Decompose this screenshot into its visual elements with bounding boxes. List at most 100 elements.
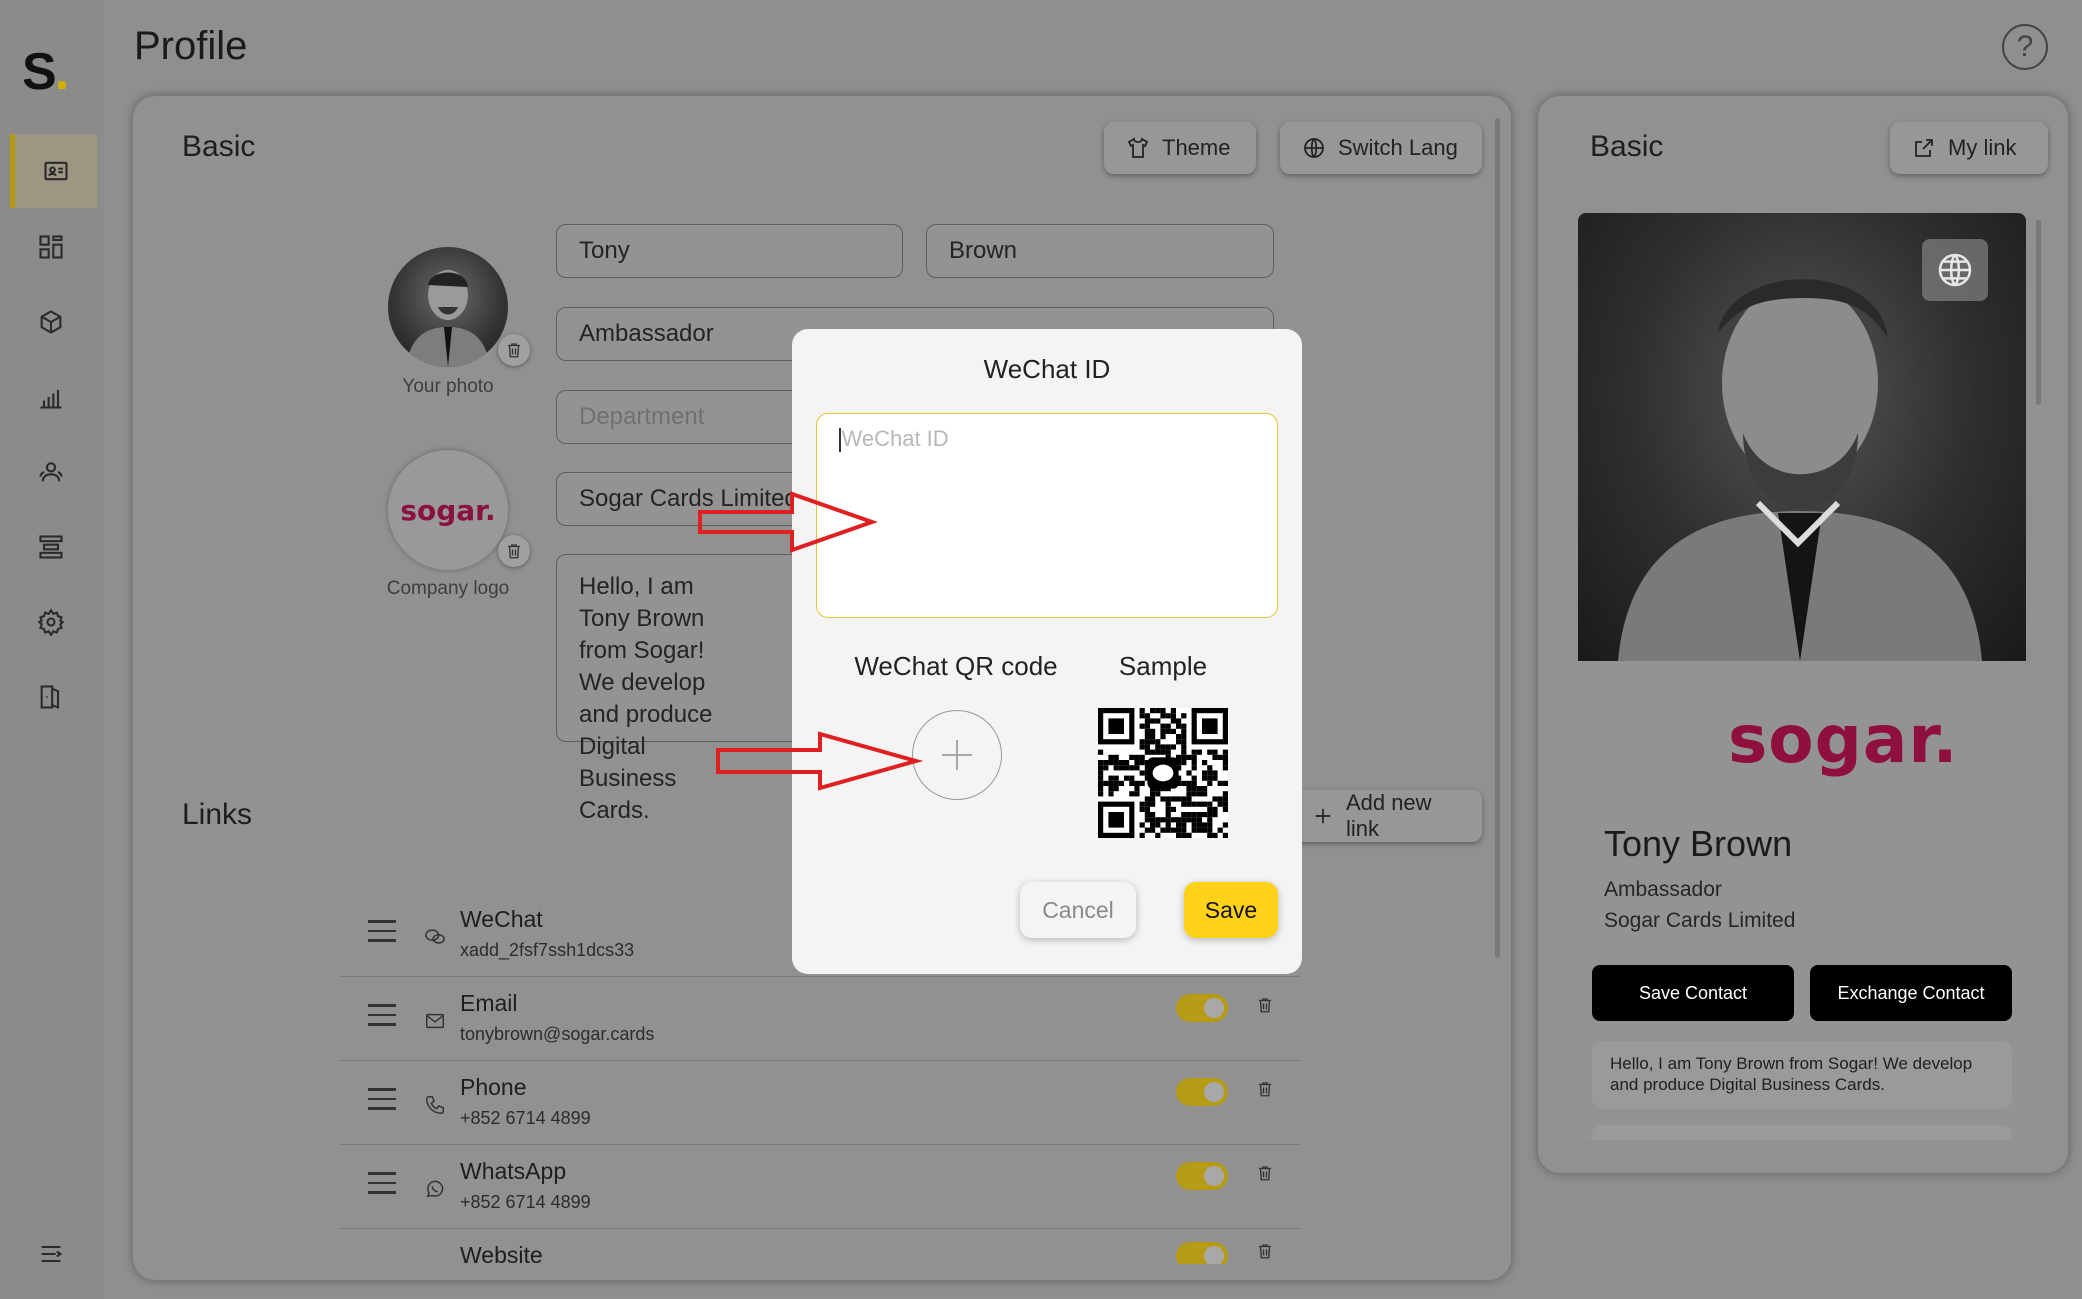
wechat-id-placeholder: WeChat ID	[841, 426, 949, 451]
link-title: Phone	[460, 1074, 527, 1100]
plus-icon	[942, 740, 972, 770]
links-section-title: Links	[182, 798, 253, 831]
link-value: tonybrown@sogar.cards	[460, 1024, 655, 1044]
plus-icon	[1315, 808, 1331, 824]
link-title: Website	[460, 1242, 543, 1264]
drag-handle-icon[interactable]	[368, 920, 396, 949]
delete-logo-button[interactable]	[498, 535, 530, 567]
app-logo[interactable]: S.	[22, 42, 69, 102]
basic-section-title: Basic	[182, 130, 256, 163]
save-button[interactable]: Save	[1184, 882, 1278, 938]
annotation-arrow-icon	[698, 491, 879, 553]
card-company-logo: sogar.	[1728, 701, 1959, 778]
profile-card-icon	[44, 161, 68, 181]
preview-scrollbar[interactable]	[2036, 220, 2041, 405]
theme-label: Theme	[1162, 135, 1231, 160]
help-icon[interactable]: ?	[2002, 24, 2048, 70]
link-value: +852 6714 4899	[460, 1108, 591, 1128]
link-row-whatsapp[interactable]: WhatsApp +852 6714 4899	[340, 1144, 1300, 1229]
delete-link-button[interactable]	[1256, 996, 1274, 1019]
link-row-email[interactable]: Email tonybrown@sogar.cards	[340, 976, 1300, 1061]
theme-button[interactable]: Theme	[1104, 122, 1256, 174]
delete-link-button[interactable]	[1256, 1080, 1274, 1103]
last-name-input[interactable]: Brown	[926, 224, 1274, 278]
qr-code-icon	[1098, 708, 1228, 838]
link-enabled-toggle[interactable]	[1176, 1162, 1228, 1190]
link-value: +852 6714 4899	[460, 1192, 591, 1212]
main-scrollbar[interactable]	[1495, 118, 1500, 958]
add-new-link-label: Add new link	[1345, 790, 1432, 841]
sidebar-item-settings[interactable]	[10, 585, 92, 659]
sidebar-item-products[interactable]	[10, 285, 92, 359]
link-title: Email	[460, 990, 518, 1016]
globe-icon	[1304, 138, 1324, 158]
wechat-icon	[425, 929, 445, 944]
drag-handle-icon[interactable]	[368, 1088, 396, 1117]
language-globe-button[interactable]	[1922, 239, 1988, 301]
trash-icon	[1259, 998, 1271, 1013]
switch-lang-label: Switch Lang	[1338, 135, 1458, 160]
drag-handle-icon[interactable]	[368, 1004, 396, 1033]
menu-collapse-icon	[41, 1245, 63, 1263]
trash-icon	[1259, 1082, 1271, 1097]
trash-icon	[508, 343, 520, 358]
sample-label: Sample	[1118, 651, 1208, 681]
sidebar-item-dashboard[interactable]	[10, 210, 92, 284]
delete-link-button[interactable]	[1256, 1242, 1274, 1264]
upload-qr-button[interactable]	[912, 710, 1002, 800]
sample-qr-code	[1098, 708, 1228, 838]
first-name-input[interactable]: Tony	[556, 224, 903, 278]
logo-caption: Company logo	[386, 578, 510, 599]
sidebar-item-profile[interactable]	[10, 134, 97, 208]
person-silhouette-icon	[406, 270, 490, 367]
business-card-preview: sogar. Tony Brown Ambassador Sogar Cards…	[1578, 213, 2026, 1140]
gear-icon	[37, 608, 65, 636]
link-enabled-toggle[interactable]	[1176, 1078, 1228, 1106]
wechat-id-input[interactable]: WeChat ID	[816, 413, 1278, 618]
mail-icon	[426, 1013, 444, 1029]
wechat-qr-label: WeChat QR code	[854, 651, 1058, 681]
card-job-title: Ambassador	[1604, 878, 1722, 901]
link-value: xadd_2fsf7ssh1dcs33	[460, 940, 635, 960]
profile-photo[interactable]	[388, 247, 508, 367]
add-new-link-button[interactable]: Add new link	[1290, 790, 1482, 842]
sidebar-collapse-button[interactable]	[10, 1217, 92, 1291]
dialog-title: WeChat ID	[983, 354, 1111, 384]
my-link-button[interactable]: My link	[1890, 122, 2048, 174]
company-logo[interactable]: sogar.	[388, 450, 508, 570]
card-name: Tony Brown	[1604, 823, 1793, 864]
tshirt-icon	[1127, 137, 1149, 158]
link-title: WhatsApp	[460, 1158, 567, 1184]
page-title: Profile	[134, 24, 248, 68]
whatsapp-icon	[426, 1180, 444, 1198]
card-company: Sogar Cards Limited	[1604, 909, 1796, 932]
trash-icon	[508, 544, 520, 559]
layers-icon	[39, 535, 63, 559]
drag-handle-icon[interactable]	[368, 1172, 396, 1201]
sidebar-item-analytics[interactable]	[10, 360, 92, 434]
users-icon	[39, 462, 63, 482]
sidebar-item-users[interactable]	[10, 435, 92, 509]
delete-link-button[interactable]	[1256, 1164, 1274, 1187]
sidebar: S.	[0, 0, 104, 1299]
my-link-label: My link	[1948, 135, 2017, 160]
switch-lang-button[interactable]: Switch Lang	[1280, 122, 1482, 174]
preview-section-title: Basic	[1590, 130, 1664, 163]
delete-photo-button[interactable]	[498, 334, 530, 366]
save-contact-button[interactable]: Save Contact	[1592, 965, 1794, 1021]
sidebar-item-layers[interactable]	[10, 510, 92, 584]
phone-icon	[426, 1096, 444, 1114]
link-row-website[interactable]: Website	[340, 1228, 1300, 1264]
cancel-button[interactable]: Cancel	[1020, 882, 1136, 938]
globe-icon	[1938, 253, 1972, 287]
link-enabled-toggle[interactable]	[1176, 994, 1228, 1022]
exchange-contact-button[interactable]: Exchange Contact	[1810, 965, 2012, 1021]
link-enabled-toggle[interactable]	[1176, 1242, 1228, 1264]
external-link-icon	[1915, 139, 1933, 157]
card-next-section	[1592, 1125, 2012, 1140]
sidebar-item-logout[interactable]	[10, 660, 92, 734]
dashboard-grid-icon	[39, 235, 63, 259]
card-profile-photo	[1578, 213, 2026, 661]
logout-door-icon	[40, 685, 60, 710]
link-row-phone[interactable]: Phone +852 6714 4899	[340, 1060, 1300, 1145]
